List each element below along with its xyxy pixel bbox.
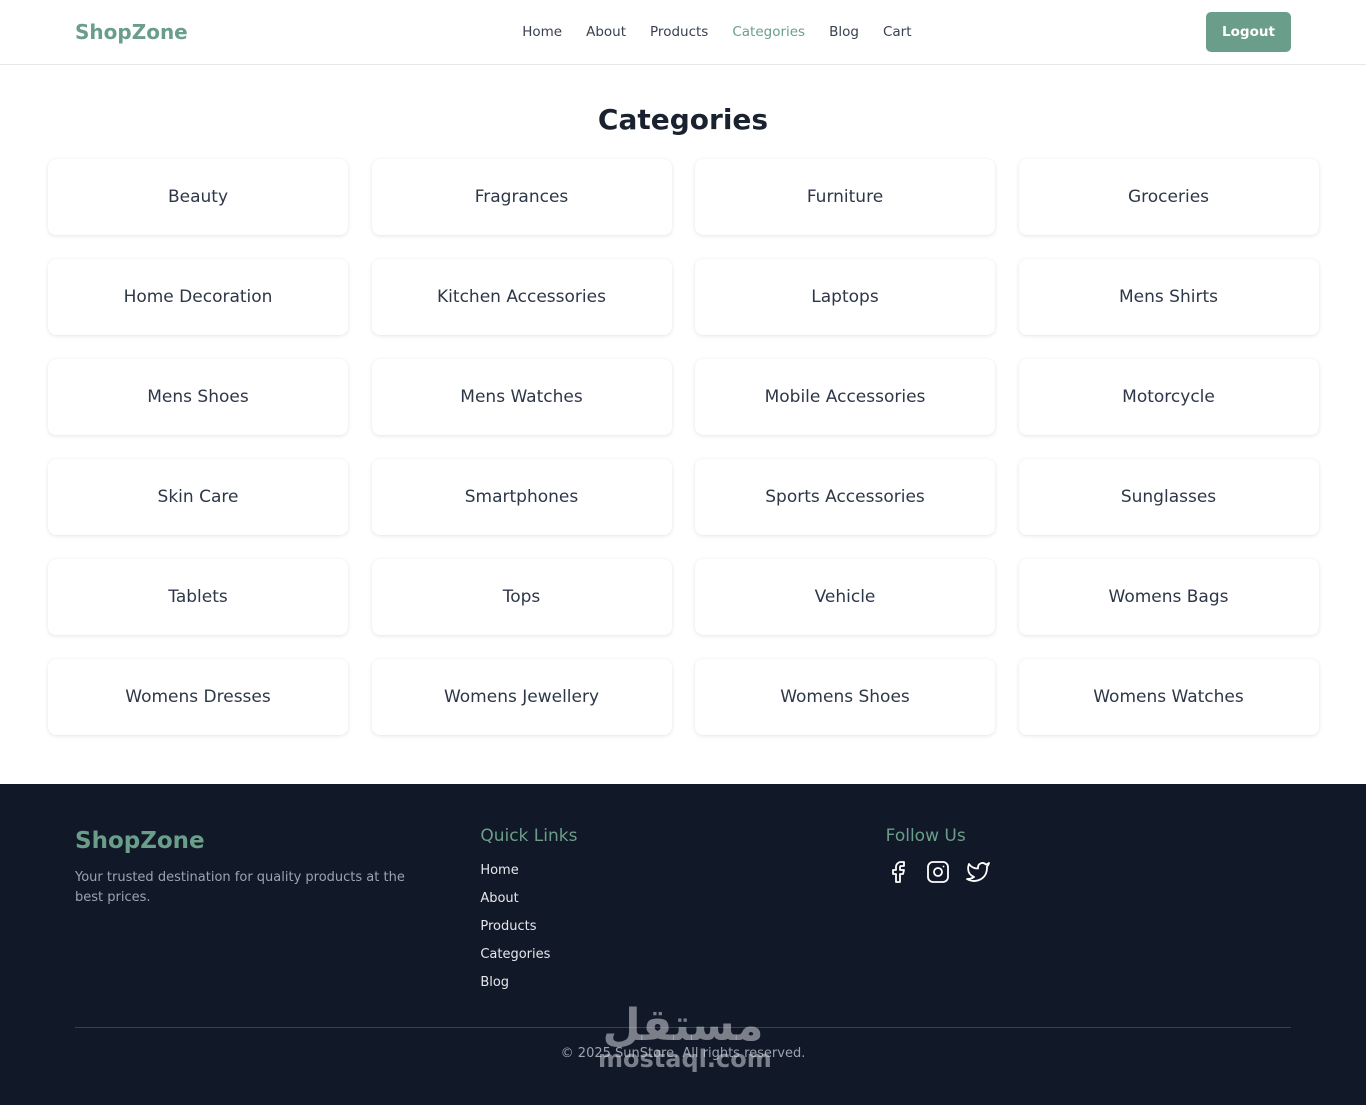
social-links — [886, 860, 1291, 884]
nav-link-products[interactable]: Products — [650, 24, 708, 40]
logout-button[interactable]: Logout — [1205, 12, 1291, 52]
category-card-label: Smartphones — [464, 487, 579, 507]
category-card[interactable]: Mobile Accessories — [695, 359, 995, 435]
category-card-label: Fragrances — [474, 187, 569, 207]
nav-link-about[interactable]: About — [586, 24, 626, 40]
nav-link-cart[interactable]: Cart — [883, 24, 912, 40]
main-nav: Home About Products Categories Blog Cart — [522, 24, 911, 40]
category-card-label: Mens Shoes — [147, 387, 249, 407]
category-card-label: Womens Watches — [1093, 687, 1244, 707]
navbar: ShopZone Home About Products Categories … — [0, 0, 1366, 65]
facebook-icon[interactable] — [886, 860, 910, 884]
category-card[interactable]: Womens Shoes — [695, 659, 995, 735]
footer-link-about[interactable]: About — [480, 891, 518, 906]
category-card[interactable]: Sports Accessories — [695, 459, 995, 535]
category-card[interactable]: Fragrances — [371, 159, 672, 235]
follow-us-heading: Follow Us — [885, 826, 966, 846]
footer-about: ShopZone Your trusted destination for qu… — [75, 828, 480, 1000]
category-card-label: Motorcycle — [1122, 387, 1215, 407]
category-card[interactable]: Home Decoration — [48, 259, 348, 335]
category-card-label: Womens Dresses — [125, 687, 271, 707]
category-card-label: Sunglasses — [1120, 487, 1217, 507]
category-card-label: Kitchen Accessories — [437, 287, 606, 307]
brand-logo[interactable]: ShopZone — [75, 20, 188, 44]
category-card-label: Womens Shoes — [780, 687, 910, 707]
category-card[interactable]: Tops — [371, 559, 672, 635]
nav-link-home[interactable]: Home — [522, 24, 562, 40]
category-card-label: Mobile Accessories — [764, 387, 926, 407]
category-card[interactable]: Mens Shoes — [48, 359, 348, 435]
category-card[interactable]: Skin Care — [48, 459, 348, 535]
category-card[interactable]: Womens Jewellery — [371, 659, 672, 735]
category-card-label: Sports Accessories — [765, 487, 925, 507]
category-card-label: Beauty — [167, 187, 229, 207]
category-card[interactable]: Womens Dresses — [48, 659, 348, 735]
category-card[interactable]: Smartphones — [371, 459, 672, 535]
footer: ShopZone Your trusted destination for qu… — [0, 784, 1366, 1105]
page-title: Categories — [597, 103, 769, 136]
category-card[interactable]: Motorcycle — [1018, 359, 1319, 435]
footer-quick-links: Quick Links Home About Products Categori… — [480, 826, 885, 1000]
category-card[interactable]: Tablets — [48, 559, 348, 635]
footer-divider — [75, 1027, 1291, 1028]
category-card[interactable]: Kitchen Accessories — [371, 259, 672, 335]
category-card-label: Womens Bags — [1108, 587, 1229, 607]
category-card-label: Laptops — [811, 287, 879, 307]
category-card[interactable]: Laptops — [695, 259, 995, 335]
nav-link-blog[interactable]: Blog — [829, 24, 859, 40]
category-card[interactable]: Furniture — [695, 159, 995, 235]
category-card-label: Mens Shirts — [1119, 287, 1218, 307]
category-card-label: Groceries — [1127, 187, 1210, 207]
category-card-label: Womens Jewellery — [443, 687, 600, 707]
footer-link-categories[interactable]: Categories — [480, 947, 550, 962]
category-card-label: Tablets — [168, 587, 228, 607]
category-card[interactable]: Beauty — [48, 159, 348, 235]
category-card-label: Vehicle — [814, 587, 876, 607]
footer-link-products[interactable]: Products — [480, 919, 536, 934]
copyright-text: © 2025 SunStore. All rights reserved. — [560, 1046, 806, 1061]
category-card-label: Skin Care — [157, 487, 239, 507]
quick-links-heading: Quick Links — [480, 826, 578, 846]
twitter-icon[interactable] — [965, 860, 990, 884]
category-card-label: Mens Watches — [460, 387, 583, 407]
category-card[interactable]: Mens Shirts — [1018, 259, 1319, 335]
category-card-label: Tops — [502, 587, 541, 607]
category-card[interactable]: Sunglasses — [1018, 459, 1319, 535]
instagram-icon[interactable] — [926, 860, 950, 884]
category-card[interactable]: Womens Watches — [1018, 659, 1319, 735]
category-grid: Beauty Fragrances Furniture Groceries Home D… — [0, 159, 1366, 735]
category-card[interactable]: Groceries — [1018, 159, 1319, 235]
nav-link-categories[interactable]: Categories — [732, 24, 805, 40]
category-card[interactable]: Mens Watches — [371, 359, 672, 435]
footer-tagline: Your trusted destination for quality pro… — [75, 870, 405, 905]
category-card-label: Furniture — [806, 187, 884, 207]
category-card-label: Home Decoration — [123, 287, 273, 307]
footer-follow: Follow Us — [885, 826, 1291, 1000]
category-card[interactable]: Womens Bags — [1018, 559, 1319, 635]
main-content: Categories Beauty Fragrances Furniture Groc… — [0, 103, 1366, 735]
footer-brand: ShopZone — [75, 828, 205, 854]
footer-link-home[interactable]: Home — [480, 863, 518, 878]
category-card[interactable]: Vehicle — [695, 559, 995, 635]
footer-link-blog[interactable]: Blog — [480, 975, 509, 990]
